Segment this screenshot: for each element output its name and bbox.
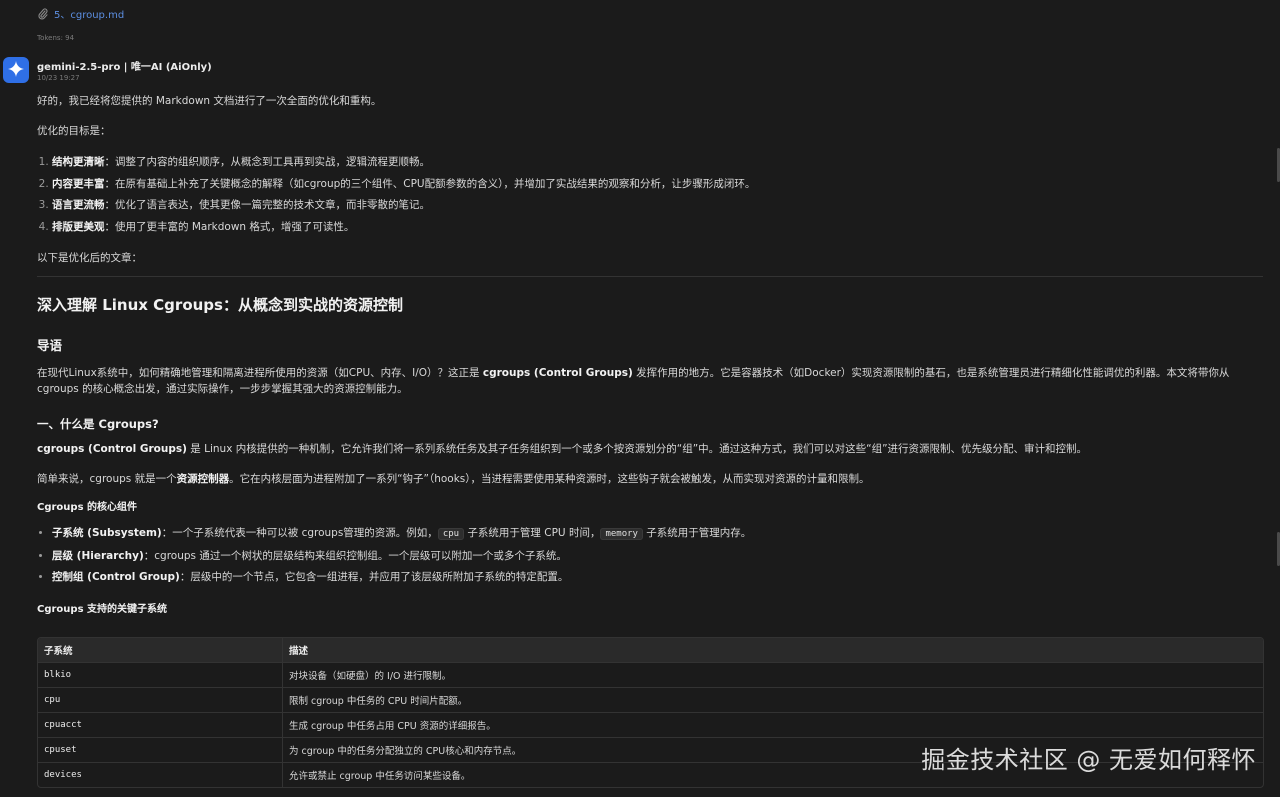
lead-paragraph: 在现代Linux系统中，如何精确地管理和隔离进程所使用的资源（如CPU、内存、I… xyxy=(37,365,1263,397)
table-cell: devices xyxy=(38,761,283,787)
inline-code: memory xyxy=(600,528,643,540)
table-row: cpuacct 生成 cgroup 中任务占用 CPU 资源的详细报告。 xyxy=(38,711,1263,737)
bold-text: cgroups (Control Groups) xyxy=(482,367,633,379)
article-title: 深入理解 Linux Cgroups：从概念到实战的资源控制 xyxy=(37,296,403,314)
model-name: gemini-2.5-pro | 唯一AI (AiOnly) xyxy=(37,62,212,73)
list-item: 控制组 (Control Group)：层级中的一个节点，它包含一组进程，并应用… xyxy=(52,567,1263,589)
table-cell: cpuacct xyxy=(38,711,283,737)
list-item: 语言更流畅：优化了语言表达，使其更像一篇完整的技术文章，而非零散的笔记。 xyxy=(52,195,1263,217)
transition-paragraph: 以下是优化后的文章： xyxy=(37,252,142,264)
subsystems-heading: Cgroups 支持的关键子系统 xyxy=(37,603,168,615)
table-cell: blkio xyxy=(38,661,283,687)
list-item: 层级 (Hierarchy)：cgroups 通过一个树状的层级结构来组织控制组… xyxy=(52,546,1263,568)
lead-heading: 导语 xyxy=(37,338,63,353)
goal-bold: 结构更清晰 xyxy=(52,156,105,168)
text: 。它在内核层面为进程附加了一系列“钩子”（hooks），当进程需要使用某种资源时… xyxy=(229,473,870,485)
goal-text: ：优化了语言表达，使其更像一篇完整的技术文章，而非零散的笔记。 xyxy=(104,199,431,211)
intro-paragraph: 好的，我已经将您提供的 Markdown 文档进行了一次全面的优化和重构。 xyxy=(37,95,382,107)
text: ：层级中的一个节点，它包含一组进程，并应用了该层级所附加子系统的特定配置。 xyxy=(179,571,569,583)
goal-bold: 内容更丰富 xyxy=(52,177,105,190)
attachment-link[interactable]: 5、cgroup.md xyxy=(38,6,124,21)
goal-bold: 语言更流畅 xyxy=(52,199,105,211)
token-count: Tokens: 94 xyxy=(37,34,75,42)
table-cell: cpuset xyxy=(38,736,283,762)
definition-paragraph: cgroups (Control Groups) 是 Linux 内核提供的一种… xyxy=(37,441,1263,457)
components-heading: Cgroups 的核心组件 xyxy=(37,502,138,513)
table-cell: 对块设备（如硬盘）的 I/O 进行限制。 xyxy=(282,661,1263,687)
inline-code: cpu xyxy=(437,528,465,540)
table-header-row: 子系统 描述 xyxy=(38,637,1263,662)
bold-text: 子系统 (Subsystem) xyxy=(52,527,162,539)
bold-text: 控制组 (Control Group) xyxy=(52,571,180,583)
divider xyxy=(37,276,1263,277)
text: 子系统用于管理 CPU 时间， xyxy=(464,527,601,539)
attachment-filename[interactable]: 5、cgroup.md xyxy=(54,6,124,21)
table-cell: 生成 cgroup 中任务占用 CPU 资源的详细报告。 xyxy=(282,711,1263,737)
goals-list: 结构更清晰：调整了内容的组织顺序，从概念到工具再到实战，逻辑流程更顺畅。 内容更… xyxy=(37,152,1263,238)
summary-paragraph: 简单来说，cgroups 就是一个资源控制器。它在内核层面为进程附加了一系列“钩… xyxy=(37,471,1263,487)
gemini-sparkle-icon xyxy=(8,60,24,80)
table-row: cpu 限制 cgroup 中任务的 CPU 时间片配额。 xyxy=(38,686,1263,712)
text: ：一个子系统代表一种可以被 cgroups管理的资源。例如， xyxy=(161,527,438,539)
text: 简单来说，cgroups 就是一个 xyxy=(37,473,177,485)
text: ：cgroups 通过一个树状的层级结构来组织控制组。一个层级可以附加一个或多个… xyxy=(143,549,567,562)
text: 子系统用于管理内存。 xyxy=(642,527,752,539)
message-timestamp: 10/23 19:27 xyxy=(37,74,80,82)
paperclip-icon xyxy=(38,8,48,20)
table-row: blkio 对块设备（如硬盘）的 I/O 进行限制。 xyxy=(38,661,1263,687)
list-item: 结构更清晰：调整了内容的组织顺序，从概念到工具再到实战，逻辑流程更顺畅。 xyxy=(52,152,1263,174)
table-cell: cpu xyxy=(38,686,283,712)
section-heading: 一、什么是 Cgroups? xyxy=(37,417,159,431)
components-list: 子系统 (Subsystem)：一个子系统代表一种可以被 cgroups管理的资… xyxy=(37,523,1263,589)
watermark: 掘金技术社区 @ 无爱如何释怀 xyxy=(921,746,1256,774)
table-header: 子系统 xyxy=(38,637,283,662)
model-avatar xyxy=(3,57,29,83)
goal-bold: 排版更美观 xyxy=(52,220,105,233)
table-cell: 限制 cgroup 中任务的 CPU 时间片配额。 xyxy=(282,686,1263,712)
message-content: 好的，我已经将您提供的 Markdown 文档进行了一次全面的优化和重构。 优化… xyxy=(37,93,1264,788)
list-item: 内容更丰富：在原有基础上补充了关键概念的解释（如cgroup的三个组件、CPU配… xyxy=(52,174,1263,196)
bold-text: 资源控制器 xyxy=(176,473,230,485)
goal-text: ：使用了更丰富的 Markdown 格式，增强了可读性。 xyxy=(104,220,355,233)
goal-paragraph: 优化的目标是： xyxy=(37,125,111,137)
text: 是 Linux 内核提供的一种机制，它允许我们将一系列系统任务及其子任务组织到一… xyxy=(186,443,1088,455)
bold-text: cgroups (Control Groups) xyxy=(37,443,187,455)
goal-text: ：调整了内容的组织顺序，从概念到工具再到实战，逻辑流程更顺畅。 xyxy=(104,156,431,168)
bold-text: 层级 (Hierarchy) xyxy=(52,549,144,562)
text: 在现代Linux系统中，如何精确地管理和隔离进程所使用的资源（如CPU、内存、I… xyxy=(37,367,483,379)
table-header: 描述 xyxy=(282,637,1263,662)
list-item: 子系统 (Subsystem)：一个子系统代表一种可以被 cgroups管理的资… xyxy=(52,523,1263,546)
goal-text: ：在原有基础上补充了关键概念的解释（如cgroup的三个组件、CPU配额参数的含… xyxy=(104,177,756,190)
list-item: 排版更美观：使用了更丰富的 Markdown 格式，增强了可读性。 xyxy=(52,217,1263,239)
chat-view: 5、cgroup.md Tokens: 94 gemini-2.5-pro | … xyxy=(0,0,1280,797)
